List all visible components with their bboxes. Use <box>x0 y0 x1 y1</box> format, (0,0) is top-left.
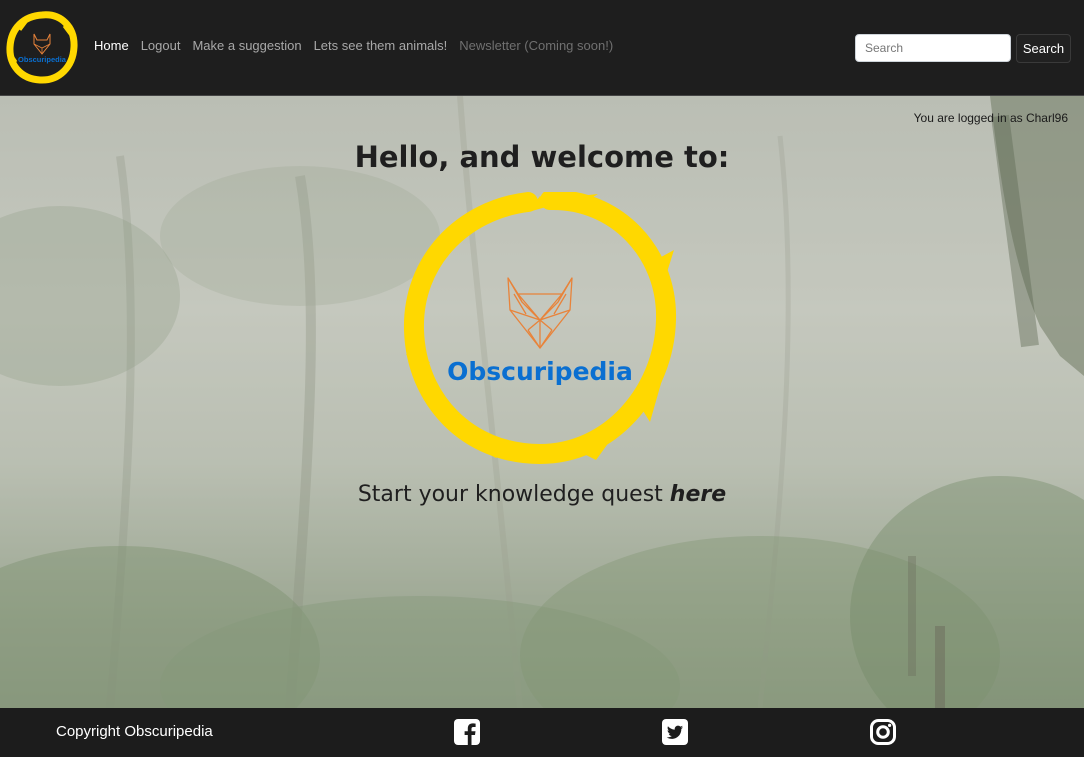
nav-animals-link[interactable]: Lets see them animals! <box>314 38 448 53</box>
brand-logo[interactable]: Obscuripedia <box>6 10 78 86</box>
search-input[interactable] <box>855 34 1011 62</box>
tagline: Start your knowledge quest here <box>0 482 1084 507</box>
logo-wordmark: Obscuripedia <box>447 357 633 386</box>
nav-links: Home Logout Make a suggestion Lets see t… <box>94 38 613 53</box>
search-button[interactable]: Search <box>1016 34 1071 63</box>
hero-section: You are logged in as Charl96 Hello, and … <box>0 96 1084 708</box>
nav-suggestion-link[interactable]: Make a suggestion <box>192 38 301 53</box>
tagline-text: Start your knowledge quest <box>357 482 670 507</box>
copyright-text: Copyright Obscuripedia <box>56 723 213 740</box>
facebook-icon[interactable] <box>453 718 481 746</box>
footer: Copyright Obscuripedia <box>0 708 1084 757</box>
logged-in-status: You are logged in as Charl96 <box>913 111 1068 125</box>
instagram-icon[interactable] <box>869 718 897 746</box>
nav-newsletter-link: Newsletter (Coming soon!) <box>459 38 614 53</box>
nav-home-link[interactable]: Home <box>94 38 129 53</box>
brand-logo-text: Obscuripedia <box>18 55 67 64</box>
welcome-heading: Hello, and welcome to: <box>354 140 730 174</box>
twitter-icon[interactable] <box>661 718 689 746</box>
nav-logout-link[interactable]: Logout <box>141 38 181 53</box>
navbar: Obscuripedia Home Logout Make a suggesti… <box>0 0 1084 96</box>
knowledge-quest-link[interactable]: here <box>670 482 726 507</box>
obscuripedia-logo: Obscuripedia <box>403 192 677 465</box>
